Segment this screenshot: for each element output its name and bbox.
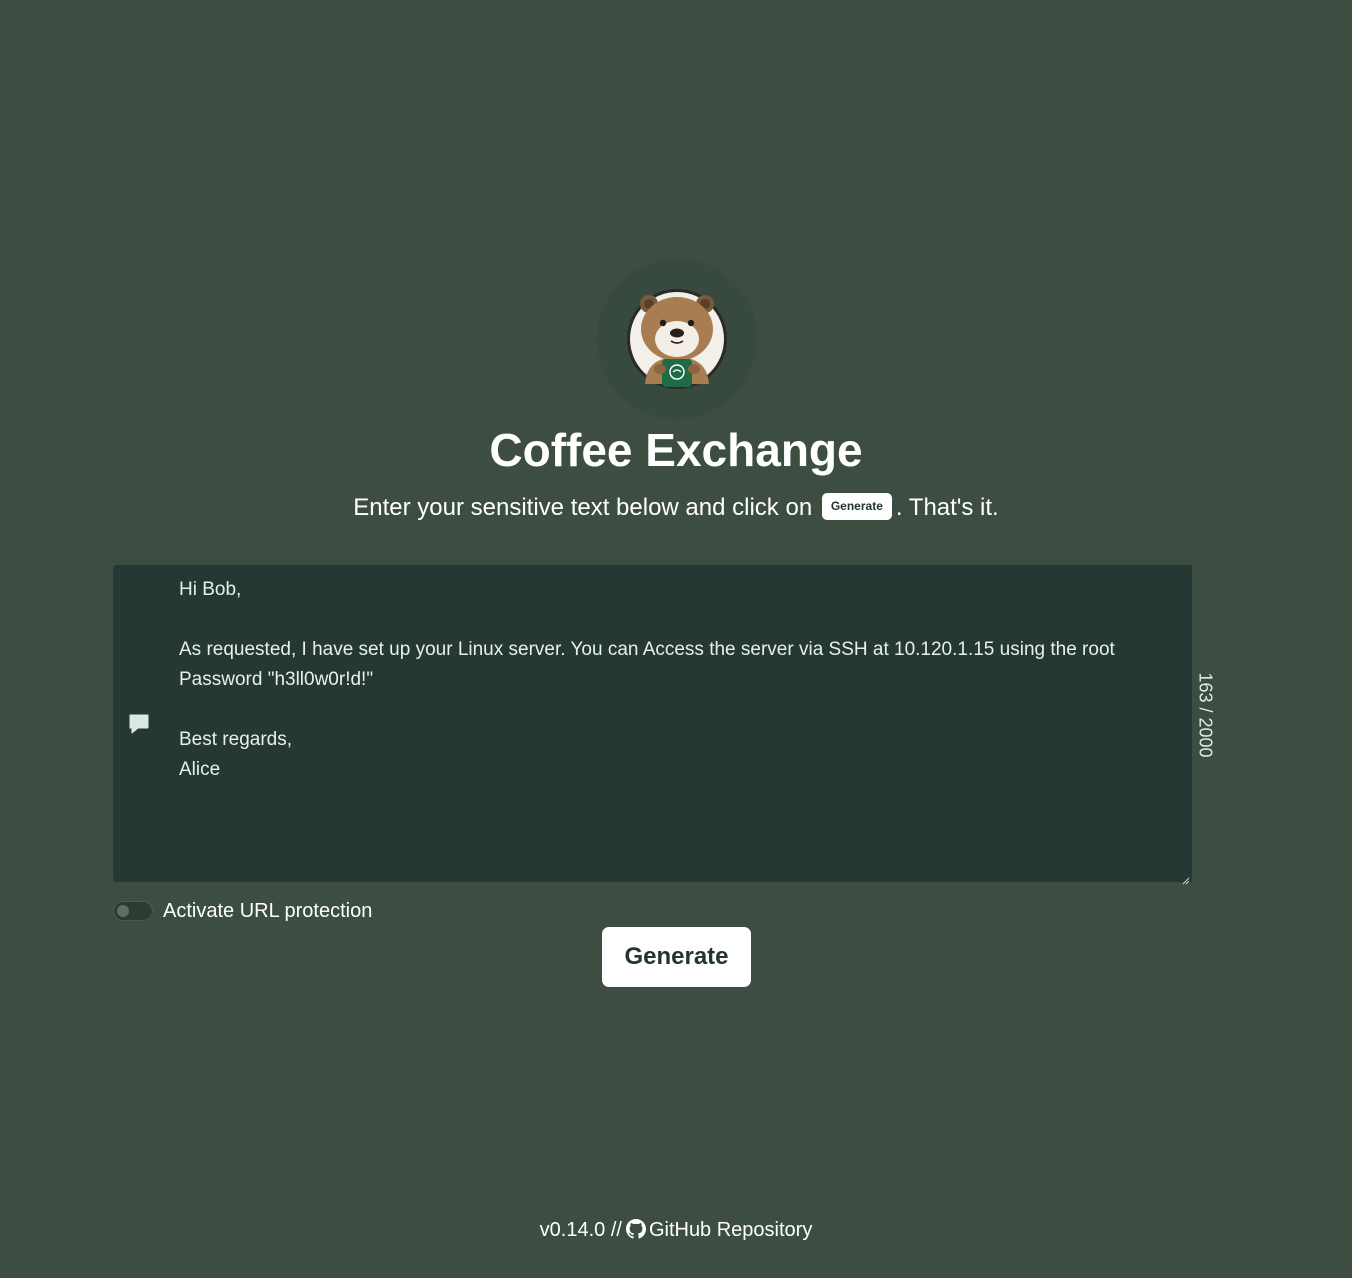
subtitle-generate-badge: Generate [821, 493, 892, 521]
github-repository-link[interactable]: GitHub Repository [649, 1219, 812, 1241]
subtitle-text-before: Enter your sensitive text below and clic… [353, 494, 813, 521]
footer: v0.14.0 // GitHub Repository [0, 1216, 1352, 1244]
character-counter-text: 163 / 2000 [1195, 672, 1216, 758]
generate-button[interactable]: Generate [602, 927, 751, 987]
otter-mascot-logo-icon [597, 259, 757, 419]
resize-handle[interactable] [1182, 872, 1190, 885]
message-icon [127, 712, 151, 736]
url-protection-label[interactable]: Activate URL protection [163, 900, 372, 923]
message-textarea[interactable]: Hi Bob, As requested, I have set up your… [179, 565, 1169, 882]
url-protection-row: Activate URL protection [113, 896, 372, 926]
page-title: Coffee Exchange [489, 424, 863, 476]
subtitle: Enter your sensitive text below and clic… [0, 491, 1352, 525]
url-protection-toggle[interactable] [113, 901, 153, 921]
github-icon [625, 1219, 646, 1239]
page: Coffee Exchange Enter your sensitive tex… [0, 0, 1352, 1278]
version-text: v0.14.0 // [539, 1219, 622, 1241]
toggle-knob [117, 905, 129, 917]
character-counter: 163 / 2000 [1188, 672, 1222, 757]
subtitle-text-after: . That's it. [895, 494, 999, 521]
message-editor: Hi Bob, As requested, I have set up your… [113, 565, 1192, 885]
